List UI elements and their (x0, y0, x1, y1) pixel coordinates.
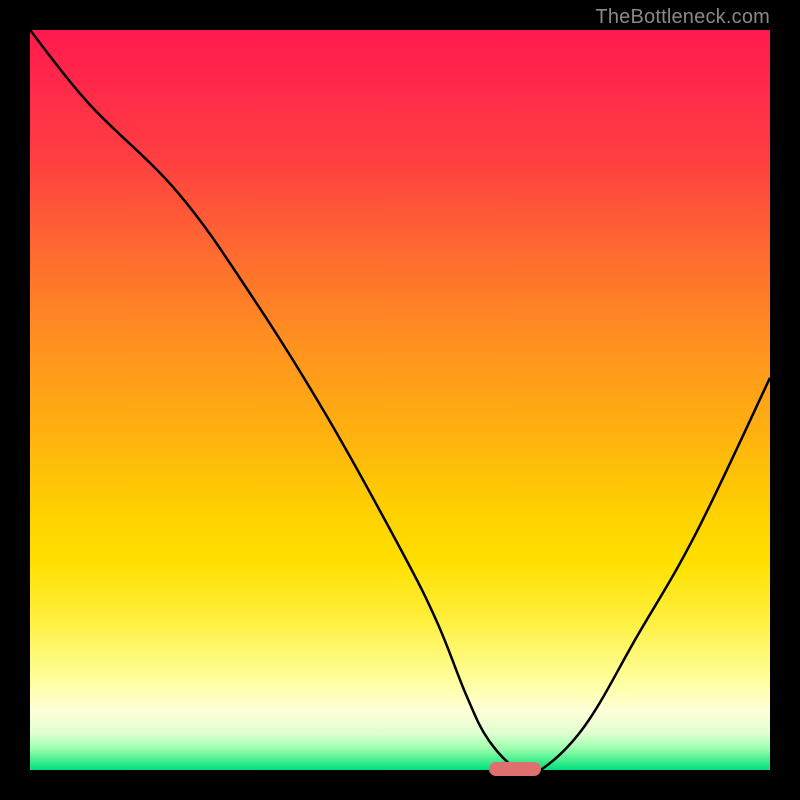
plot-gradient-background (30, 30, 770, 770)
chart-container: TheBottleneck.com (0, 0, 800, 800)
optimal-range-marker (489, 762, 541, 776)
watermark-text: TheBottleneck.com (595, 6, 770, 29)
